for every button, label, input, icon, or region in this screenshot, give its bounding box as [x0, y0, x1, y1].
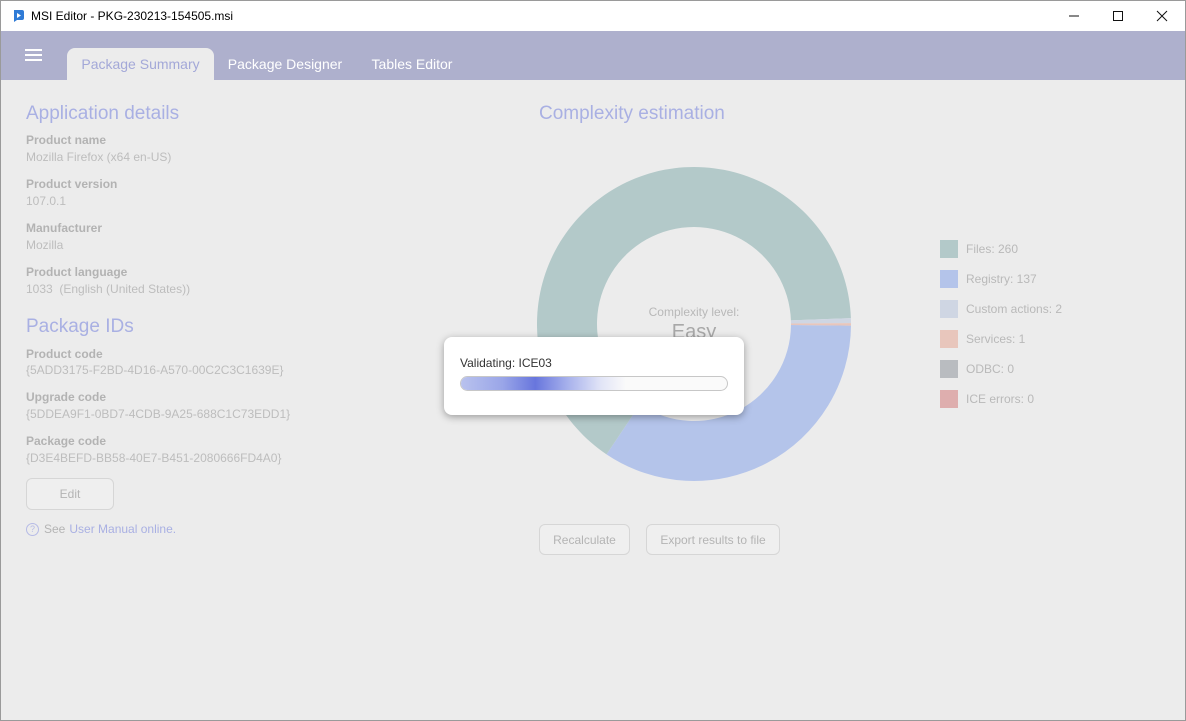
product-name-value: Mozilla Firefox (x64 en-US)	[26, 150, 172, 164]
legend-item-ice-errors: ICE errors: 0	[940, 390, 1034, 408]
tab-tables-editor[interactable]: Tables Editor	[363, 48, 461, 80]
product-language-label: Product language	[26, 265, 128, 279]
validation-progress-bar	[460, 376, 728, 391]
upgrade-code-value: {5DDEA9F1-0BD7-4CDB-9A25-688C1C73EDD1}	[26, 407, 291, 421]
complexity-estimation-heading: Complexity estimation	[539, 103, 725, 124]
legend-swatch	[940, 240, 958, 258]
legend-item-custom-actions: Custom actions: 2	[940, 300, 1062, 318]
product-version-label: Product version	[26, 177, 118, 191]
close-button[interactable]	[1139, 1, 1185, 31]
product-language-value: 1033 (English (United States))	[26, 282, 191, 296]
application-details-heading: Application details	[26, 103, 180, 124]
product-code-value: {5ADD3175-F2BD-4D16-A570-00C2C3C1639E}	[26, 363, 284, 377]
help-circle-icon: ?	[26, 522, 39, 536]
user-manual-link[interactable]: User Manual online.	[69, 522, 176, 536]
minimize-button[interactable]	[1051, 1, 1097, 31]
package-ids-heading: Package IDs	[26, 316, 134, 337]
help-prefix: See	[44, 522, 66, 536]
legend-swatch	[940, 330, 958, 348]
legend-label: Custom actions: 2	[966, 302, 1063, 316]
complexity-level-label: Complexity level:	[648, 305, 740, 319]
legend-item-odbc: ODBC: 0	[940, 360, 1014, 378]
help-row: ? See User Manual online.	[26, 522, 176, 536]
maximize-icon	[1113, 11, 1123, 21]
package-code-label: Package code	[26, 434, 107, 448]
legend-label: ODBC: 0	[966, 362, 1015, 376]
manufacturer-label: Manufacturer	[26, 221, 103, 235]
validation-status-text: Validating: ICE03	[460, 356, 552, 370]
product-code-label: Product code	[26, 347, 103, 361]
legend-item-registry: Registry: 137	[940, 270, 1037, 288]
close-icon	[1156, 10, 1168, 22]
title-bar: MSI Editor - PKG-230213-154505.msi	[1, 1, 1185, 31]
legend-label: Services: 1	[966, 332, 1026, 346]
product-version-value: 107.0.1	[26, 194, 67, 208]
legend-swatch	[940, 390, 958, 408]
edit-button[interactable]: Edit	[26, 478, 114, 510]
legend-item-services: Services: 1	[940, 330, 1025, 348]
hamburger-menu-icon[interactable]	[25, 49, 43, 63]
tab-package-designer[interactable]: Package Designer	[221, 48, 349, 80]
maximize-button[interactable]	[1095, 1, 1141, 31]
upgrade-code-label: Upgrade code	[26, 390, 107, 404]
validation-dialog: Validating: ICE03	[444, 337, 744, 415]
legend-label: ICE errors: 0	[966, 392, 1035, 406]
export-results-button[interactable]: Export results to file	[646, 524, 780, 555]
legend-swatch	[940, 360, 958, 378]
minimize-icon	[1069, 15, 1079, 17]
recalculate-button[interactable]: Recalculate	[539, 524, 630, 555]
tab-package-summary[interactable]: Package Summary	[67, 48, 214, 80]
progress-fill	[461, 377, 626, 390]
manufacturer-value: Mozilla	[26, 238, 64, 252]
legend-label: Registry: 137	[966, 272, 1037, 286]
legend-swatch	[940, 300, 958, 318]
window-title: MSI Editor - PKG-230213-154505.msi	[31, 9, 234, 23]
package-code-value: {D3E4BEFD-BB58-40E7-B451-2080666FD4A0}	[26, 451, 282, 465]
legend-swatch	[940, 270, 958, 288]
msi-editor-logo-icon	[14, 10, 24, 22]
product-name-label: Product name	[26, 133, 107, 147]
legend-label: Files: 260	[966, 242, 1019, 256]
legend-item-files: Files: 260	[940, 240, 1018, 258]
